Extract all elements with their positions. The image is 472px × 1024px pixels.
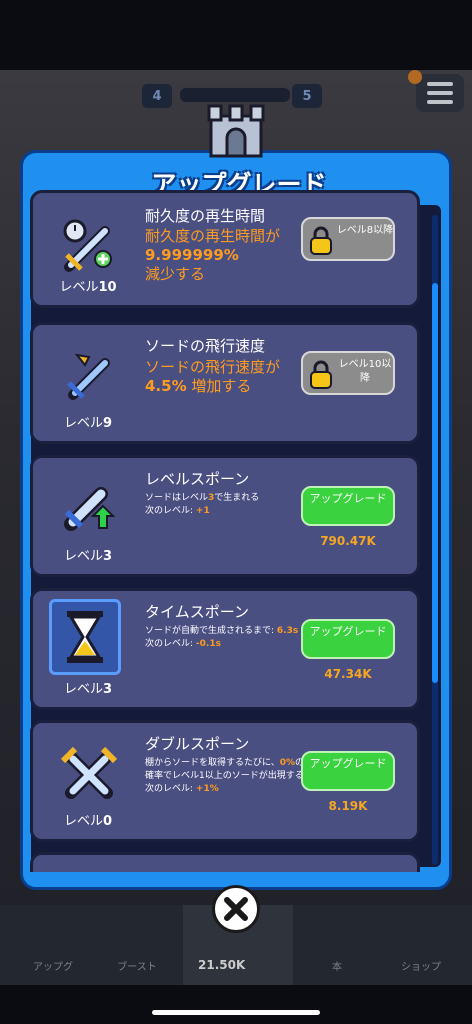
menu-button[interactable]: [416, 74, 464, 112]
card-description: 棚からソードを取得するたびに、0%の確率でレベル1以上のソードが出現する 次のレ…: [145, 758, 305, 794]
castle-icon: [207, 104, 265, 158]
card-level: レベル0: [63, 814, 113, 829]
card-title: 耐久度の再生時間: [145, 207, 266, 225]
card-level: レベル3: [63, 682, 113, 697]
upgrade-card-level-spawn: レベルスポーン ソードはレベル3で生まれる 次のレベル: +1 レベル3 アップ…: [30, 455, 420, 577]
locked-button[interactable]: レベル10以降: [301, 351, 395, 395]
hourglass-frame: [49, 599, 121, 675]
card-description: 耐久度の再生時間が 9.999999% 減少する: [145, 227, 281, 283]
coin-count: 21.50K: [198, 958, 246, 972]
card-level: レベル10: [59, 280, 117, 295]
flying-sword-icon: [67, 353, 110, 400]
upgrade-card-sword-flight-speed: ソードの飛行速度 ソードの飛行速度が 4.5% 増加する レベル9 レベル10以…: [30, 322, 420, 444]
nav-upgrade[interactable]: アップグ: [18, 958, 88, 973]
upgrade-card-durability-regen: 耐久度の再生時間 耐久度の再生時間が 9.999999% 減少する レベル10 …: [30, 190, 420, 308]
close-icon: [224, 897, 248, 921]
upgrade-cost: 8.19K: [328, 799, 368, 813]
level-progress-bar: [180, 88, 290, 102]
lock-icon: [310, 360, 332, 389]
upgrade-button[interactable]: アップグレード: [301, 619, 395, 659]
lock-icon: [310, 226, 332, 255]
current-level-chip: 4: [142, 84, 172, 108]
nav-boost[interactable]: ブースト: [102, 958, 172, 973]
next-level-chip: 5: [292, 84, 322, 108]
nav-book[interactable]: 本: [302, 958, 372, 973]
upgrade-cost: 790.47K: [320, 534, 376, 548]
upgrade-button[interactable]: アップグレード: [301, 751, 395, 791]
card-level: レベル9: [63, 416, 113, 431]
upgrade-card-double-spawn: ダブルスポーン 棚からソードを取得するたびに、0%の確率でレベル1以上のソードが…: [30, 720, 420, 842]
upgrade-card-time-spawn: タイムスポーン ソードが自動で生成されるまで: 6.3s 次のレベル: -0.1…: [30, 588, 420, 710]
upgrade-button[interactable]: アップグレード: [301, 486, 395, 526]
card-title: タイムスポーン: [145, 603, 249, 621]
hourglass-icon: [67, 611, 103, 663]
upgrade-cost: 47.34K: [324, 667, 372, 681]
upgrade-card-partial: [30, 852, 420, 872]
nav-shop[interactable]: ショップ: [386, 958, 456, 973]
card-level: レベル3: [63, 549, 113, 564]
crossed-swords-icon: [60, 746, 118, 799]
notification-badge: [408, 70, 422, 84]
home-indicator: [152, 1010, 320, 1015]
locked-button[interactable]: レベル8以降: [301, 217, 395, 261]
sword-level-up-icon: [64, 487, 116, 531]
card-title: ソードの飛行速度: [145, 337, 266, 355]
scrollbar-thumb[interactable]: [432, 283, 438, 683]
card-title: ダブルスポーン: [145, 735, 250, 753]
stopwatch-sword-icon: [63, 219, 112, 272]
card-description: ソードはレベル3で生まれる 次のレベル: +1: [145, 493, 260, 516]
card-description: ソードが自動で生成されるまで: 6.3s 次のレベル: -0.1s: [145, 626, 299, 649]
card-description: ソードの飛行速度が 4.5% 増加する: [145, 358, 281, 395]
close-button[interactable]: [212, 885, 260, 933]
card-title: レベルスポーン: [145, 470, 250, 488]
